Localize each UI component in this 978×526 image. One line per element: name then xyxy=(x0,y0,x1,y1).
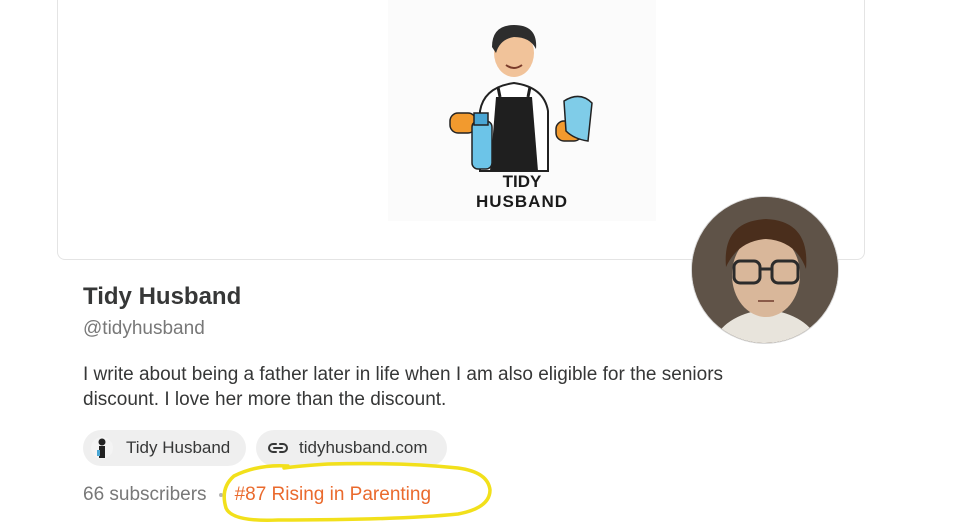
avatar[interactable] xyxy=(691,196,839,344)
logo-text-husband: HUSBAND xyxy=(476,192,568,211)
publication-logo: TIDY HUSBAND xyxy=(388,0,656,221)
author-avatar-icon xyxy=(91,437,113,459)
logo-text-tidy: TIDY xyxy=(503,172,542,191)
publication-handle: @tidyhusband xyxy=(83,318,205,339)
link-icon xyxy=(267,441,289,455)
website-link-label: tidyhusband.com xyxy=(299,438,428,457)
publication-name[interactable]: Tidy Husband xyxy=(83,283,241,311)
subscriber-count[interactable]: 66 subscribers xyxy=(83,484,207,506)
yellow-highlight-circle xyxy=(222,461,492,522)
author-chip-label: Tidy Husband xyxy=(126,438,231,457)
publication-description: I write about being a father later in li… xyxy=(83,364,724,410)
